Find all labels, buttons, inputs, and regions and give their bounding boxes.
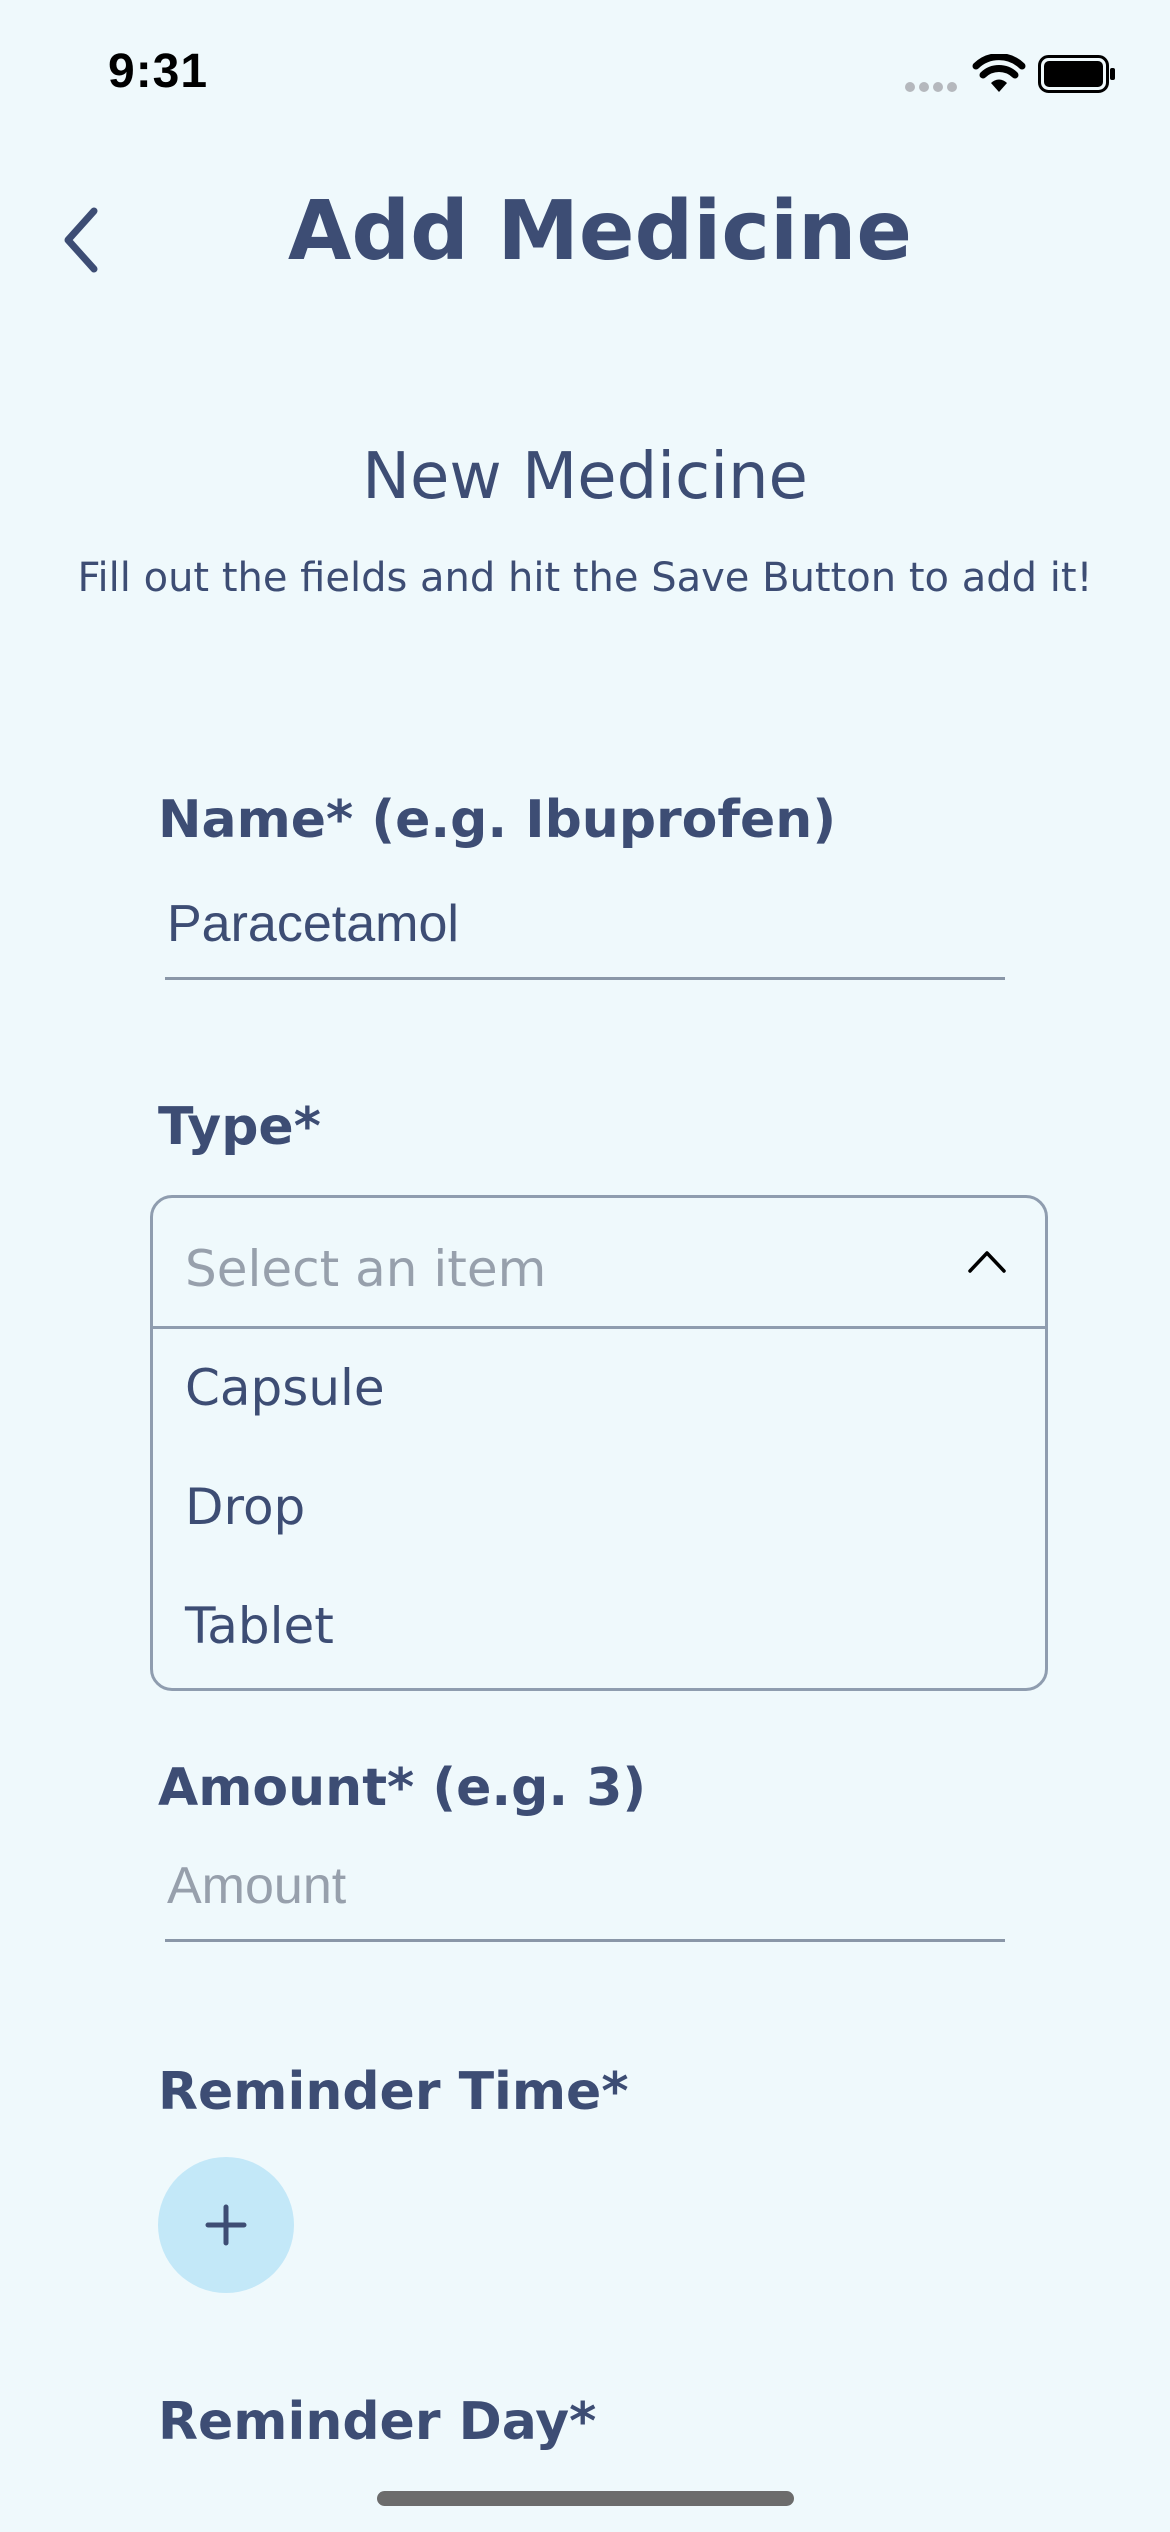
type-option-drop[interactable]: Drop: [153, 1448, 1045, 1567]
amount-input[interactable]: [165, 1832, 1005, 1942]
plus-icon: [205, 2204, 247, 2246]
home-indicator: [377, 2491, 794, 2506]
reminder-time-label: Reminder Time*: [158, 2062, 629, 2122]
battery-icon: [1038, 55, 1115, 93]
type-option-capsule[interactable]: Capsule: [153, 1329, 1045, 1448]
status-bar-time: 9:31: [108, 45, 209, 98]
type-label: Type*: [158, 1097, 321, 1157]
page-title: Add Medicine: [287, 184, 913, 279]
section-subtitle: Fill out the fields and hit the Save But…: [77, 555, 1093, 601]
type-dropdown[interactable]: Select an item Capsule Drop Tablet: [150, 1195, 1048, 1691]
back-button[interactable]: [40, 190, 120, 290]
add-reminder-time-button[interactable]: [158, 2157, 294, 2293]
wifi-icon: [972, 54, 1026, 92]
name-input[interactable]: [165, 870, 1005, 980]
type-select-placeholder: Select an item: [185, 1240, 547, 1298]
type-option-tablet[interactable]: Tablet: [153, 1567, 1045, 1686]
name-label: Name* (e.g. Ibuprofen): [158, 790, 837, 850]
reminder-day-label: Reminder Day*: [158, 2392, 597, 2452]
chevron-left-icon: [64, 207, 98, 273]
cellular-signal-icon: [905, 82, 957, 92]
type-select-header[interactable]: Select an item: [153, 1198, 1045, 1329]
section-title: New Medicine: [362, 440, 808, 514]
chevron-up-icon[interactable]: [967, 1248, 1007, 1274]
amount-label: Amount* (e.g. 3): [158, 1758, 647, 1818]
